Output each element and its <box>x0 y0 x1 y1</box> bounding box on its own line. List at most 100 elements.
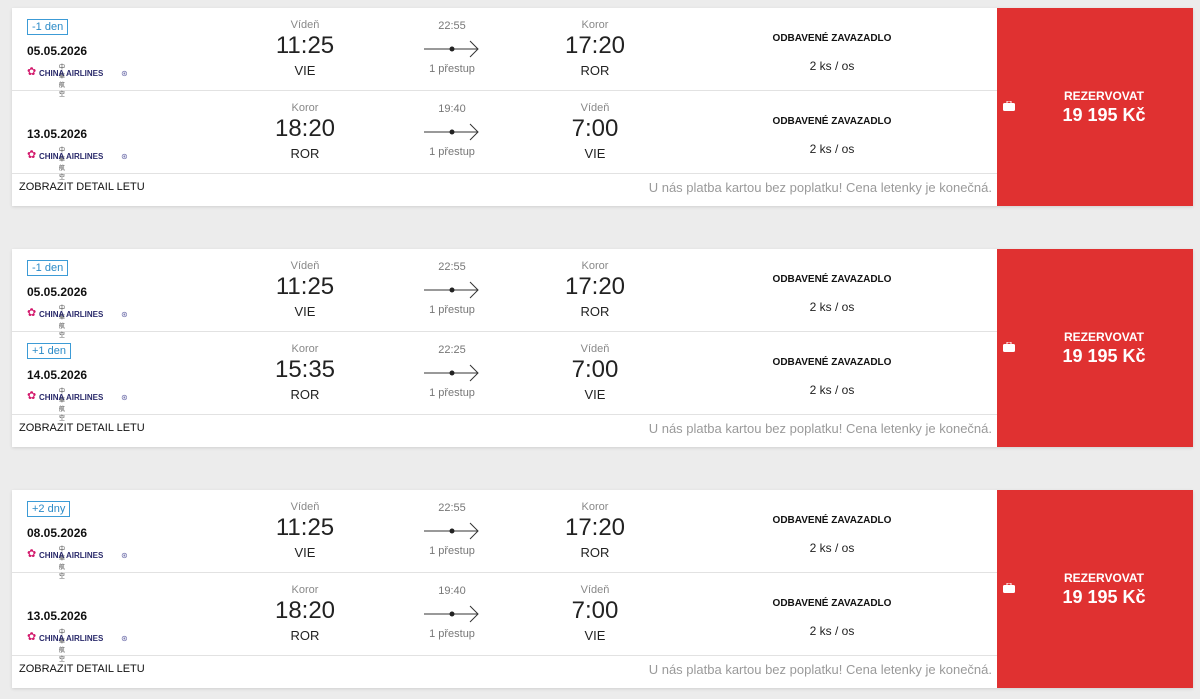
day-shift-badge: +2 dny <box>27 501 71 517</box>
arrival-city: Vídeň <box>580 102 610 114</box>
arrival-time: 17:20 <box>564 32 626 59</box>
arrival-city: Vídeň <box>580 584 610 596</box>
briefcase-icon <box>1003 342 1015 352</box>
baggage-allowance: 2 ks / os <box>809 142 855 156</box>
baggage-title: ODBAVENÉ ZAVAZADLO <box>772 116 892 127</box>
stops-count: 1 přestup <box>429 628 475 640</box>
plum-blossom-icon: ✿ <box>27 548 37 560</box>
arrival-city: Vídeň <box>580 343 610 355</box>
baggage-allowance: 2 ks / os <box>809 300 855 314</box>
flight-date: 14.05.2026 <box>27 368 88 382</box>
stops-count: 1 přestup <box>429 63 475 75</box>
day-shift-badge: -1 den <box>27 260 69 276</box>
baggage-allowance: 2 ks / os <box>809 624 855 638</box>
plum-blossom-icon: ✿ <box>27 307 37 319</box>
baggage-title: ODBAVENÉ ZAVAZADLO <box>772 515 892 526</box>
baggage-allowance: 2 ks / os <box>809 541 855 555</box>
alliance-icon: ⊛ <box>121 551 128 560</box>
book-button[interactable]: REZERVOVAT 19 195 Kč <box>997 490 1193 688</box>
flight-duration: 22:25 <box>438 344 466 356</box>
alliance-icon: ⊛ <box>121 393 128 402</box>
departure-city: Koror <box>291 584 319 596</box>
alliance-icon: ⊛ <box>121 152 128 161</box>
baggage-title: ODBAVENÉ ZAVAZADLO <box>772 357 892 368</box>
book-label: REZERVOVAT <box>1063 89 1144 103</box>
departure-time: 15:35 <box>274 356 336 383</box>
arrival-time: 7:00 <box>571 115 619 142</box>
arrival-airport-code: ROR <box>580 545 610 560</box>
departure-city: Vídeň <box>290 260 320 272</box>
departure-city: Vídeň <box>290 19 320 31</box>
baggage-allowance: 2 ks / os <box>809 383 855 397</box>
briefcase-icon <box>1003 583 1015 593</box>
flight-duration: 22:55 <box>438 261 466 273</box>
departure-time: 11:25 <box>275 514 335 541</box>
baggage-allowance: 2 ks / os <box>809 59 855 73</box>
flight-duration: 19:40 <box>438 103 466 115</box>
payment-notice: U nás platba kartou bez poplatku! Cena l… <box>648 421 992 436</box>
arrival-airport-code: VIE <box>584 628 606 643</box>
book-button[interactable]: REZERVOVAT 19 195 Kč <box>997 8 1193 206</box>
departure-airport-code: ROR <box>290 146 320 161</box>
book-label: REZERVOVAT <box>1063 330 1144 344</box>
flight-duration: 19:40 <box>438 585 466 597</box>
outbound-leg: -1 den 05.05.2026 ✿ 中華航空 CHINA AIRLINES ⊛ V… <box>12 8 997 98</box>
stops-count: 1 přestup <box>429 146 475 158</box>
arrival-time: 7:00 <box>571 597 619 624</box>
arrival-time: 17:20 <box>564 273 626 300</box>
departure-city: Koror <box>291 343 319 355</box>
departure-airport-code: ROR <box>290 628 320 643</box>
route-arrow-icon <box>424 123 479 141</box>
route-arrow-icon <box>424 364 479 382</box>
flight-date: 05.05.2026 <box>27 44 88 58</box>
arrival-city: Koror <box>581 260 609 272</box>
show-flight-detail-link[interactable]: ZOBRAZIT DETAIL LETU <box>19 422 145 434</box>
book-label: REZERVOVAT <box>1063 571 1144 585</box>
arrival-time: 7:00 <box>571 356 619 383</box>
plum-blossom-icon: ✿ <box>27 390 37 402</box>
flight-result-card: +2 dny 08.05.2026 ✿ 中華航空 CHINA AIRLINES ⊛ V… <box>12 490 1193 688</box>
flight-date: 08.05.2026 <box>27 526 88 540</box>
outbound-leg: -1 den 05.05.2026 ✿ 中華航空 CHINA AIRLINES ⊛ V… <box>12 249 997 339</box>
flight-duration: 22:55 <box>438 20 466 32</box>
book-button[interactable]: REZERVOVAT 19 195 Kč <box>997 249 1193 447</box>
payment-notice: U nás platba kartou bez poplatku! Cena l… <box>648 180 992 195</box>
show-flight-detail-link[interactable]: ZOBRAZIT DETAIL LETU <box>19 663 145 675</box>
show-flight-detail-link[interactable]: ZOBRAZIT DETAIL LETU <box>19 181 145 193</box>
total-price: 19 195 Kč <box>1062 105 1146 125</box>
departure-airport-code: VIE <box>294 63 316 78</box>
stops-count: 1 přestup <box>429 545 475 557</box>
arrival-airport-code: VIE <box>584 387 606 402</box>
total-price: 19 195 Kč <box>1062 587 1146 607</box>
total-price: 19 195 Kč <box>1062 346 1146 366</box>
baggage-title: ODBAVENÉ ZAVAZADLO <box>772 274 892 285</box>
outbound-leg: +2 dny 08.05.2026 ✿ 中華航空 CHINA AIRLINES ⊛ V… <box>12 490 997 580</box>
card-footer: ZOBRAZIT DETAIL LETU U nás platba kartou… <box>12 174 997 206</box>
arrival-time: 17:20 <box>564 514 626 541</box>
stops-count: 1 přestup <box>429 304 475 316</box>
route-arrow-icon <box>424 605 479 623</box>
flight-legs: -1 den 05.05.2026 ✿ 中華航空 CHINA AIRLINES ⊛ V… <box>12 8 997 206</box>
route-arrow-icon <box>424 522 479 540</box>
card-footer: ZOBRAZIT DETAIL LETU U nás platba kartou… <box>12 415 997 447</box>
flight-result-card: -1 den 05.05.2026 ✿ 中華航空 CHINA AIRLINES ⊛ V… <box>12 249 1193 447</box>
payment-notice: U nás platba kartou bez poplatku! Cena l… <box>648 662 992 677</box>
departure-time: 11:25 <box>275 273 335 300</box>
alliance-icon: ⊛ <box>121 69 128 78</box>
arrival-city: Koror <box>581 501 609 513</box>
briefcase-icon <box>1003 101 1015 111</box>
stops-count: 1 přestup <box>429 387 475 399</box>
departure-airport-code: ROR <box>290 387 320 402</box>
departure-city: Koror <box>291 102 319 114</box>
arrival-airport-code: ROR <box>580 304 610 319</box>
departure-time: 18:20 <box>274 115 336 142</box>
arrival-airport-code: VIE <box>584 146 606 161</box>
route-arrow-icon <box>424 281 479 299</box>
flight-legs: -1 den 05.05.2026 ✿ 中華航空 CHINA AIRLINES ⊛ V… <box>12 249 997 447</box>
return-leg: 13.05.2026 ✿ 中華航空 CHINA AIRLINES ⊛ Koror 18… <box>12 573 997 663</box>
departure-city: Vídeň <box>290 501 320 513</box>
day-shift-badge: -1 den <box>27 19 69 35</box>
flight-duration: 22:55 <box>438 502 466 514</box>
departure-time: 11:25 <box>275 32 335 59</box>
plum-blossom-icon: ✿ <box>27 66 37 78</box>
